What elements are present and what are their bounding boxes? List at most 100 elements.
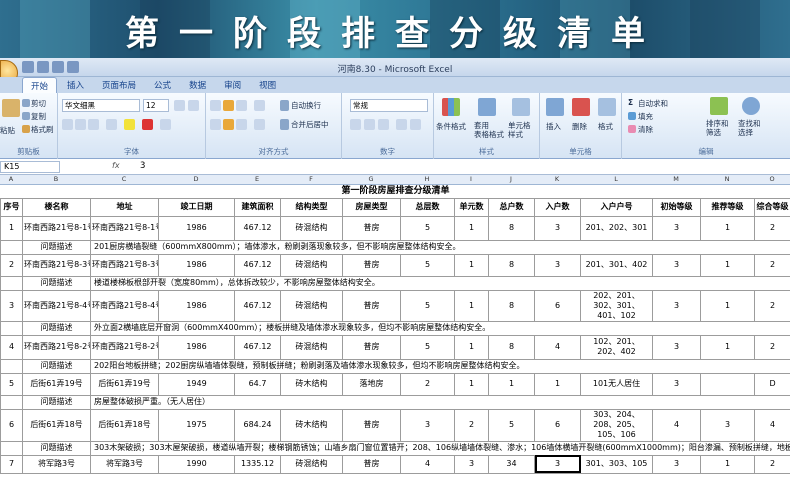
currency-icon[interactable] bbox=[350, 119, 361, 130]
problem-label[interactable]: 问题描述 bbox=[22, 394, 91, 410]
delete-cells-button[interactable]: 删除 bbox=[572, 121, 587, 132]
table-cell[interactable]: 砖混结构 bbox=[280, 454, 343, 474]
tab-data[interactable]: 数据 bbox=[181, 77, 214, 93]
table-cell[interactable]: 6 bbox=[534, 289, 581, 322]
problem-description[interactable]: 303木架破损；303木屋架破损，楼道纵墙开裂；楼梯钢筋锈蚀；山墙乡扇门窗位置错… bbox=[89, 440, 790, 456]
align-middle-icon[interactable] bbox=[223, 100, 234, 111]
header-cell[interactable]: 初始等级 bbox=[652, 197, 701, 217]
table-cell[interactable]: 202、201、302、301、401、102 bbox=[580, 289, 653, 322]
tab-page-layout[interactable]: 页面布局 bbox=[94, 77, 144, 93]
clear-button[interactable]: 清除 bbox=[638, 124, 653, 135]
fill-color-icon[interactable] bbox=[124, 119, 135, 130]
table-cell[interactable]: 砖混结构 bbox=[280, 253, 343, 277]
sheet-caption[interactable]: 第一阶段房屋排查分级清单 bbox=[0, 185, 790, 199]
table-cell[interactable]: 普房 bbox=[342, 215, 401, 241]
table-cell[interactable]: 5 bbox=[400, 253, 455, 277]
fill-button[interactable]: 填充 bbox=[638, 111, 653, 122]
table-cell[interactable]: 3 bbox=[454, 454, 489, 474]
table-cell[interactable]: 后街61弄18号 bbox=[22, 408, 91, 442]
increase-decimal-icon[interactable] bbox=[396, 119, 407, 130]
table-cell[interactable]: 环南西路21号8-1号 bbox=[22, 215, 91, 241]
table-cell[interactable]: 3 bbox=[652, 334, 701, 360]
header-cell[interactable]: 推荐等级 bbox=[700, 197, 755, 217]
column-header[interactable]: L bbox=[580, 175, 652, 183]
table-cell[interactable]: 64.7 bbox=[234, 372, 281, 396]
fx-icon[interactable]: fx bbox=[112, 161, 120, 170]
table-cell[interactable]: 5 bbox=[400, 334, 455, 360]
table-cell[interactable]: 1 bbox=[454, 372, 489, 396]
table-cell[interactable]: 8 bbox=[488, 215, 535, 241]
problem-label[interactable]: 问题描述 bbox=[22, 440, 91, 456]
tab-review[interactable]: 审阅 bbox=[216, 77, 249, 93]
problem-description[interactable]: 房屋整体破损严重。（无人居住） bbox=[89, 394, 790, 410]
paste-button[interactable]: 粘贴 bbox=[0, 125, 15, 136]
problem-label[interactable]: 问题描述 bbox=[22, 358, 91, 374]
table-cell[interactable] bbox=[0, 394, 23, 410]
table-cell[interactable]: 1 bbox=[700, 253, 755, 277]
table-cell[interactable]: 环南西路21号8-3号 bbox=[22, 253, 91, 277]
font-color-icon[interactable] bbox=[142, 119, 153, 130]
table-cell[interactable]: 3 bbox=[534, 253, 581, 277]
problem-description[interactable]: 202阳台地板拼缝；202厨房纵墙墙体裂缝，预制板拼缝；粉刷剥落及墙体渗水现象较… bbox=[89, 358, 790, 374]
table-cell[interactable]: 467.12 bbox=[234, 215, 281, 241]
table-cell[interactable]: 4 bbox=[534, 334, 581, 360]
table-cell[interactable]: 3 bbox=[0, 289, 23, 322]
table-cell[interactable]: 1986 bbox=[158, 289, 235, 322]
tab-formulas[interactable]: 公式 bbox=[146, 77, 179, 93]
table-cell[interactable]: 1 bbox=[454, 215, 489, 241]
merge-center-button[interactable]: 合并后居中 bbox=[291, 119, 329, 130]
table-cell[interactable]: 5 bbox=[488, 408, 535, 442]
table-cell[interactable]: 467.12 bbox=[234, 334, 281, 360]
table-cell[interactable]: 2 bbox=[753, 253, 790, 277]
sort-filter-button[interactable]: 排序和 筛选 bbox=[706, 119, 729, 137]
orientation-icon[interactable] bbox=[254, 100, 265, 111]
table-cell[interactable]: 5 bbox=[400, 215, 455, 241]
header-cell[interactable]: 竣工日期 bbox=[158, 197, 235, 217]
number-format-select[interactable]: 常规 bbox=[350, 99, 428, 112]
italic-icon[interactable] bbox=[75, 119, 86, 130]
column-header[interactable]: A bbox=[0, 175, 22, 183]
format-as-table-button[interactable]: 套用 表格格式 bbox=[474, 121, 504, 139]
grow-font-icon[interactable] bbox=[174, 100, 185, 111]
problem-label[interactable]: 问题描述 bbox=[22, 239, 91, 255]
table-cell[interactable]: 1 bbox=[700, 454, 755, 474]
table-cell[interactable] bbox=[700, 372, 755, 396]
formula-input[interactable]: 3 bbox=[140, 161, 145, 171]
column-header[interactable]: M bbox=[652, 175, 700, 183]
table-cell[interactable]: 普房 bbox=[342, 253, 401, 277]
tab-insert[interactable]: 插入 bbox=[59, 77, 92, 93]
column-header[interactable]: D bbox=[158, 175, 234, 183]
problem-description[interactable]: 外立面2横墙底层开窗洞（600mmX400mm）；楼板拼缝及墙体渗水现象较多，但… bbox=[89, 320, 790, 336]
table-cell[interactable]: 1949 bbox=[158, 372, 235, 396]
table-cell[interactable]: 1 bbox=[700, 334, 755, 360]
problem-description[interactable]: 楼道楼梯板根部开裂（宽度80mm），总体拆改较少，不影响房屋整体结构安全。 bbox=[89, 275, 790, 291]
table-cell[interactable]: 303、204、208、205、105、106 bbox=[580, 408, 653, 442]
table-cell[interactable]: D bbox=[753, 372, 790, 396]
table-cell[interactable]: 1 bbox=[534, 372, 581, 396]
align-left-icon[interactable] bbox=[210, 119, 221, 130]
column-header[interactable]: N bbox=[700, 175, 754, 183]
table-cell[interactable]: 467.12 bbox=[234, 289, 281, 322]
column-header[interactable]: O bbox=[754, 175, 790, 183]
table-cell[interactable]: 34 bbox=[488, 454, 535, 474]
table-cell[interactable]: 8 bbox=[488, 334, 535, 360]
table-cell[interactable]: 3 bbox=[400, 408, 455, 442]
name-box[interactable]: K15 bbox=[0, 161, 60, 173]
table-cell[interactable]: 砖混结构 bbox=[280, 215, 343, 241]
header-cell[interactable]: 房屋类型 bbox=[342, 197, 401, 217]
header-cell[interactable]: 总户数 bbox=[488, 197, 535, 217]
problem-label[interactable]: 问题描述 bbox=[22, 320, 91, 336]
table-cell[interactable]: 普房 bbox=[342, 408, 401, 442]
table-cell[interactable]: 6 bbox=[534, 408, 581, 442]
decrease-decimal-icon[interactable] bbox=[410, 119, 421, 130]
column-header[interactable]: G bbox=[342, 175, 400, 183]
table-cell[interactable]: 8 bbox=[488, 289, 535, 322]
shrink-font-icon[interactable] bbox=[188, 100, 199, 111]
table-cell[interactable]: 1 bbox=[700, 289, 755, 322]
worksheet-grid[interactable]: 第一阶段房屋排查分级清单 序号 楼名称 地址 竣工日期 建筑面积 结构类型 房屋… bbox=[0, 185, 790, 481]
column-header[interactable]: E bbox=[234, 175, 280, 183]
phonetic-icon[interactable] bbox=[160, 119, 171, 130]
border-icon[interactable] bbox=[106, 119, 117, 130]
table-cell[interactable]: 环南西路21号8-4号 bbox=[90, 289, 159, 322]
table-cell[interactable]: 3 bbox=[652, 454, 701, 474]
